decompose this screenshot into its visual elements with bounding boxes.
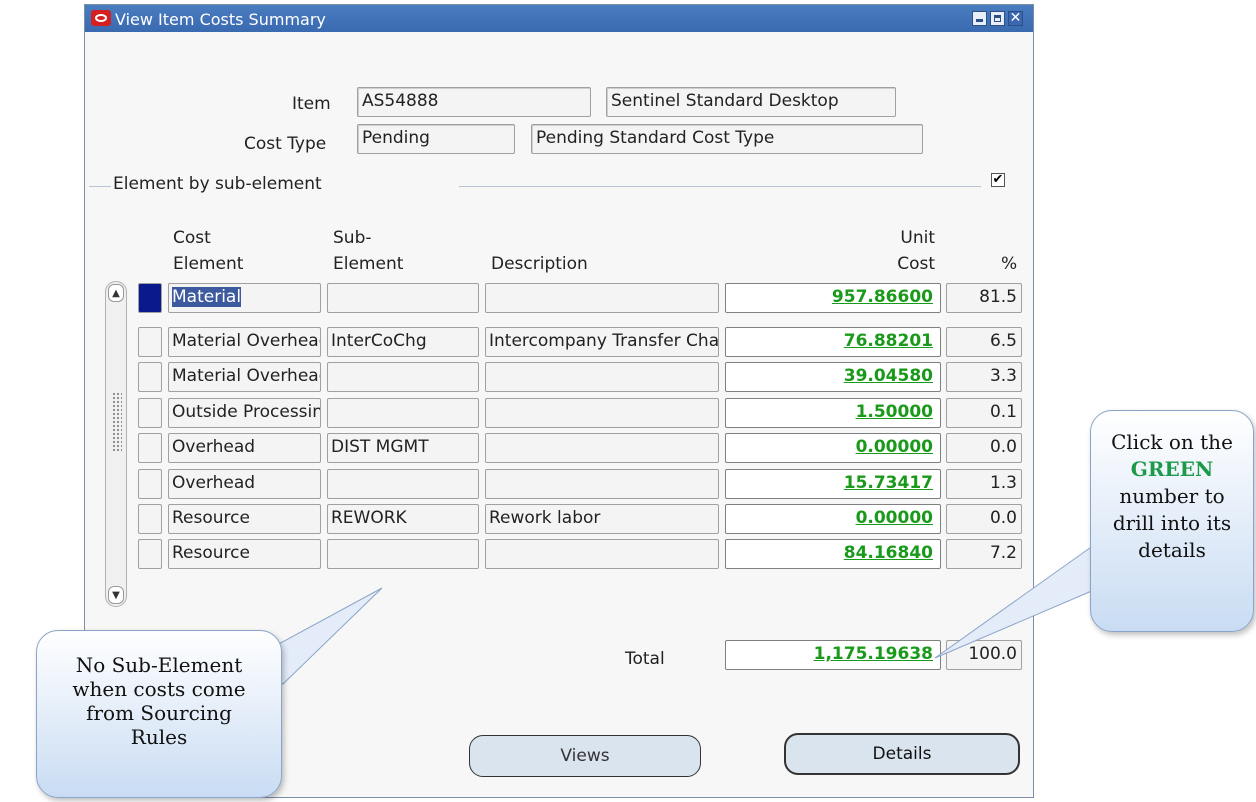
views-button[interactable]: Views [469, 735, 701, 777]
table-scrollbar[interactable]: ▲ ▼ [105, 281, 127, 607]
row-selector[interactable] [138, 327, 162, 357]
percent-cell: 7.2 [946, 539, 1022, 569]
cost-element-cell[interactable]: Material Overhead [168, 327, 321, 357]
description-cell[interactable] [485, 362, 719, 392]
sub-element-cell[interactable] [327, 283, 479, 313]
maximize-icon[interactable] [990, 11, 1005, 26]
row-selector[interactable] [138, 283, 162, 313]
cost-element-cell[interactable]: Overhead [168, 433, 321, 463]
element-by-sub-element-label: Element by sub-element [113, 174, 322, 194]
element-by-sub-element-checkbox[interactable]: ✔ [991, 173, 1005, 187]
row-selector[interactable] [138, 504, 162, 534]
sub-element-cell[interactable] [327, 469, 479, 499]
total-percent: 100.0 [946, 640, 1022, 670]
item-label: Item [292, 94, 331, 114]
description-cell[interactable] [485, 398, 719, 428]
description-cell[interactable] [485, 283, 719, 313]
percent-cell: 3.3 [946, 362, 1022, 392]
callout-no-sub-element: No Sub-Element when costs come from Sour… [36, 630, 282, 798]
total-label: Total [625, 649, 665, 669]
title-bar: View Item Costs Summary ✕ [85, 5, 1033, 32]
row-selector[interactable] [138, 398, 162, 428]
row-selector[interactable] [138, 433, 162, 463]
unit-cost-link[interactable]: 84.16840 [725, 539, 941, 569]
description-cell[interactable] [485, 469, 719, 499]
row-selector[interactable] [138, 539, 162, 569]
item-field[interactable]: AS54888 [357, 87, 591, 117]
cost-element-cell[interactable]: Material [168, 283, 321, 313]
sub-element-cell[interactable]: DIST MGMT [327, 433, 479, 463]
percent-cell: 0.1 [946, 398, 1022, 428]
description-cell[interactable] [485, 433, 719, 463]
description-cell[interactable]: Intercompany Transfer Charge [485, 327, 719, 357]
col-header-sub-element: Sub- Element [333, 228, 404, 274]
unit-cost-link[interactable]: 39.04580 [725, 362, 941, 392]
total-unit-cost[interactable]: 1,175.19638 [725, 640, 941, 670]
group-divider-right [459, 186, 981, 187]
percent-cell: 1.3 [946, 469, 1022, 499]
scroll-up-icon[interactable]: ▲ [108, 284, 124, 302]
percent-cell: 81.5 [946, 283, 1022, 313]
description-cell[interactable] [485, 539, 719, 569]
unit-cost-link[interactable]: 0.00000 [725, 433, 941, 463]
col-header-description: Description [491, 254, 588, 274]
description-cell[interactable]: Rework labor [485, 504, 719, 534]
unit-cost-link[interactable]: 0.00000 [725, 504, 941, 534]
percent-cell: 0.0 [946, 433, 1022, 463]
details-button[interactable]: Details [784, 733, 1020, 775]
group-divider-left [89, 186, 111, 187]
close-icon[interactable]: ✕ [1008, 11, 1023, 26]
col-header-cost-element: Cost Element [173, 228, 244, 274]
oracle-logo-icon [91, 10, 111, 26]
row-selector[interactable] [138, 362, 162, 392]
cost-type-field[interactable]: Pending [357, 124, 515, 154]
cost-element-cell[interactable]: Resource [168, 504, 321, 534]
unit-cost-link[interactable]: 76.88201 [725, 327, 941, 357]
window-title: View Item Costs Summary [115, 10, 326, 29]
unit-cost-link[interactable]: 1.50000 [725, 398, 941, 428]
unit-cost-link[interactable]: 957.86600 [725, 283, 941, 313]
callout-click-green: Click on the GREEN number to drill into … [1090, 410, 1254, 632]
cost-element-cell[interactable]: Material Overhead [168, 362, 321, 392]
cost-element-cell[interactable]: Overhead [168, 469, 321, 499]
sub-element-cell[interactable] [327, 398, 479, 428]
cost-type-description-field[interactable]: Pending Standard Cost Type [531, 124, 923, 154]
percent-cell: 0.0 [946, 504, 1022, 534]
sub-element-cell[interactable] [327, 539, 479, 569]
cost-element-cell[interactable]: Outside Processing [168, 398, 321, 428]
scroll-down-icon[interactable]: ▼ [108, 586, 124, 604]
col-header-unit-cost: Unit Cost [897, 228, 935, 274]
cost-type-label: Cost Type [244, 134, 327, 154]
percent-cell: 6.5 [946, 327, 1022, 357]
scroll-grip-icon[interactable] [112, 392, 122, 452]
item-description-field[interactable]: Sentinel Standard Desktop [606, 87, 896, 117]
cost-element-cell[interactable]: Resource [168, 539, 321, 569]
unit-cost-link[interactable]: 15.73417 [725, 469, 941, 499]
col-header-percent: % [1001, 254, 1018, 274]
sub-element-cell[interactable]: InterCoChg [327, 327, 479, 357]
minimize-icon[interactable] [972, 11, 987, 26]
row-selector[interactable] [138, 469, 162, 499]
sub-element-cell[interactable] [327, 362, 479, 392]
sub-element-cell[interactable]: REWORK [327, 504, 479, 534]
